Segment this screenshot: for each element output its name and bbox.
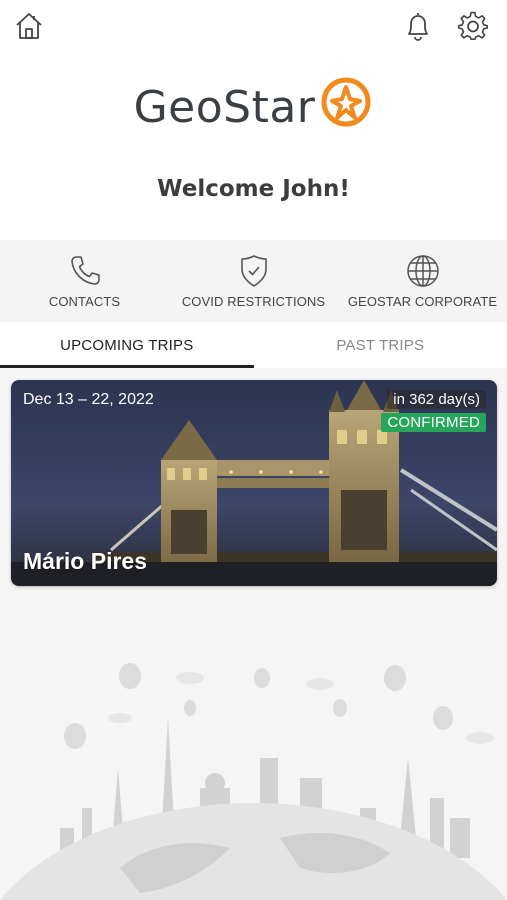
covid-restrictions-link[interactable]: COVID RESTRICTIONS bbox=[169, 240, 338, 322]
brand-logo: GeoStar bbox=[0, 74, 507, 140]
tab-past-trips[interactable]: PAST TRIPS bbox=[254, 322, 507, 368]
quick-links: CONTACTS COVID RESTRICTIONS GEOSTAR CORP… bbox=[0, 240, 507, 322]
trips-content: Dec 13 – 22, 2022 in 362 day(s) CONFIRME… bbox=[0, 368, 507, 900]
geostar-corporate-link[interactable]: GEOSTAR CORPORATE bbox=[338, 240, 507, 322]
welcome-message: Welcome John! bbox=[157, 176, 350, 202]
bell-icon[interactable] bbox=[400, 8, 436, 44]
trip-countdown: in 362 day(s) bbox=[387, 390, 486, 409]
status-badge: CONFIRMED bbox=[381, 413, 486, 432]
contacts-link[interactable]: CONTACTS bbox=[0, 240, 169, 322]
top-bar bbox=[0, 0, 507, 56]
globe-icon bbox=[406, 254, 439, 287]
home-icon[interactable] bbox=[11, 8, 47, 44]
world-landmarks-illustration bbox=[0, 663, 507, 900]
contacts-label: CONTACTS bbox=[48, 293, 121, 309]
phone-icon bbox=[70, 255, 100, 285]
trip-dates: Dec 13 – 22, 2022 bbox=[23, 391, 154, 408]
trip-card[interactable]: Dec 13 – 22, 2022 in 362 day(s) CONFIRME… bbox=[11, 380, 497, 586]
shield-check-icon bbox=[240, 254, 267, 287]
tab-upcoming-trips[interactable]: UPCOMING TRIPS bbox=[0, 322, 254, 368]
brand-name: GeoStar bbox=[133, 81, 316, 133]
star-logo-icon bbox=[321, 77, 371, 127]
covid-restrictions-label: COVID RESTRICTIONS bbox=[181, 293, 326, 309]
gear-icon[interactable] bbox=[455, 8, 491, 44]
traveler-name: Mário Pires bbox=[23, 548, 147, 574]
trip-tabs: UPCOMING TRIPS PAST TRIPS bbox=[0, 322, 507, 368]
geostar-corporate-label: GEOSTAR CORPORATE bbox=[347, 293, 498, 309]
